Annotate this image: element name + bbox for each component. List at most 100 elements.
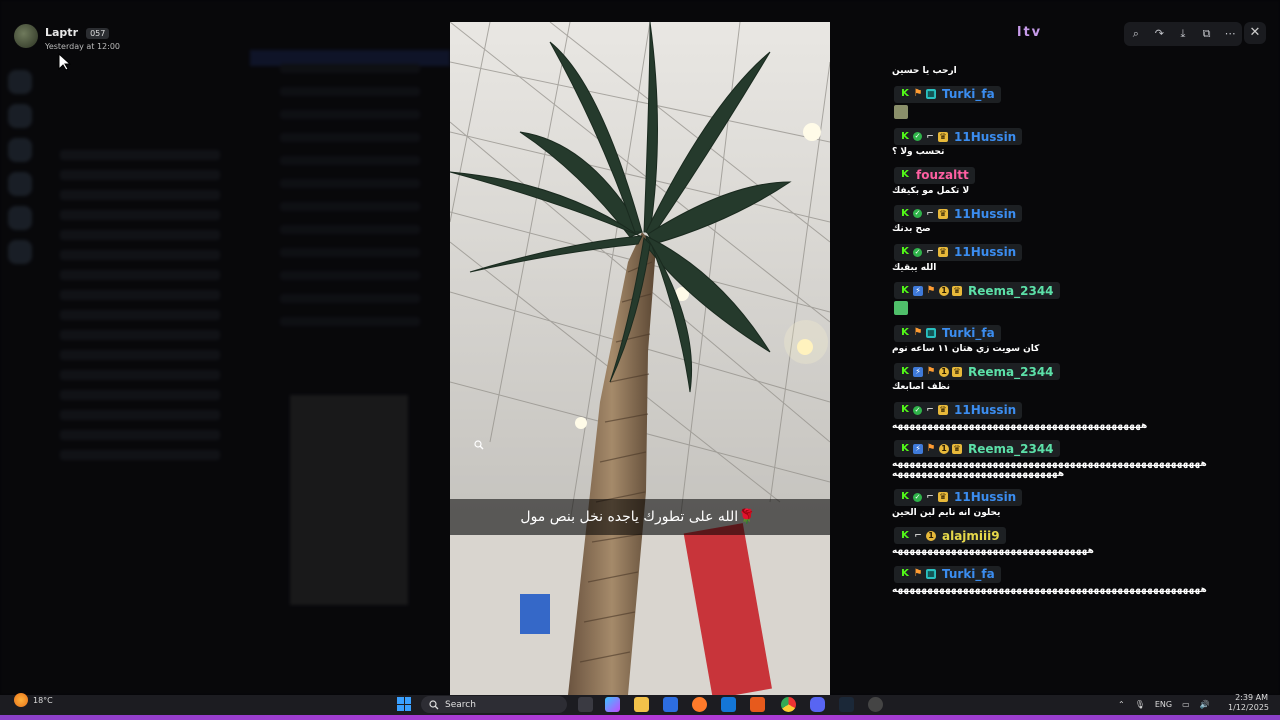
task-view-icon[interactable] xyxy=(578,697,593,712)
app-icon[interactable] xyxy=(750,697,765,712)
chat-username[interactable]: Turki_fa xyxy=(942,87,995,101)
weather-icon xyxy=(14,693,28,707)
flag-badge-icon: ⚑ xyxy=(926,365,936,377)
chat-message: K ✓ ⌐ ♛ 11Hussin يحلون انه نايم لين الحين xyxy=(886,484,1266,518)
chat-username-chip[interactable]: K ⚡ ⚑ 1 ♛ Reema_2344 xyxy=(894,282,1060,299)
kick-badge-icon: K xyxy=(901,365,909,377)
kick-badge-icon: K xyxy=(901,491,909,502)
chat-username-chip[interactable]: K ⚡ ⚑ 1 ♛ Reema_2344 xyxy=(894,440,1060,457)
chat-message-text: يحلون انه نايم لين الحين xyxy=(892,507,1001,518)
file-explorer-icon[interactable] xyxy=(634,697,649,712)
chat-username[interactable]: Reema_2344 xyxy=(968,365,1054,379)
chat-username[interactable]: Reema_2344 xyxy=(968,442,1054,456)
chat-username[interactable]: Reema_2344 xyxy=(968,284,1054,298)
network-icon[interactable]: ▭ xyxy=(1182,700,1190,709)
chat-message-text: هههههههههههههههههههههههههههههههههههههههه… xyxy=(892,420,1148,431)
gift-badge-icon: ▦ xyxy=(926,89,936,99)
chat-username-chip[interactable]: K ✓ ⌐ ♛ 11Hussin xyxy=(894,243,1023,261)
chat-username[interactable]: Turki_fa xyxy=(942,326,995,340)
tier-one-badge-icon: 1 xyxy=(939,443,949,454)
verified-badge-icon: ✓ xyxy=(913,132,922,141)
kick-badge-icon: K xyxy=(901,404,909,415)
chat-username[interactable]: 11Hussin xyxy=(954,490,1016,504)
crown-badge-icon: ♛ xyxy=(938,247,948,257)
kick-badge-icon: K xyxy=(901,568,909,579)
crown-badge-icon: ♛ xyxy=(938,208,948,219)
caption-text: الله على تطورك ياجده نخل بنص مول xyxy=(520,509,739,525)
language-indicator[interactable]: ENG xyxy=(1155,700,1172,709)
chat-message: Kfouzaltt لا تكمل مو بكيفك xyxy=(886,162,1266,196)
chat-username-chip[interactable]: K ⚑ ▦ Turki_fa xyxy=(894,85,1001,103)
chat-message: K ⚑ ▦ Turki_fa ههههههههههههههههههههههههههههه… xyxy=(886,561,1266,595)
background-titlebar xyxy=(0,0,1280,20)
discord-icon[interactable] xyxy=(810,697,825,712)
chat-username-chip[interactable]: K ✓ ⌐ ♛ 11Hussin xyxy=(894,128,1023,145)
taskbar-clock[interactable]: 2:39 AM 1/12/2025 xyxy=(1228,693,1270,713)
chat-username[interactable]: 11Hussin xyxy=(954,245,1016,259)
volume-icon[interactable]: 🔊 xyxy=(1200,700,1210,709)
chat-username-chip[interactable]: Kfouzaltt xyxy=(894,166,975,184)
chat-username-chip[interactable]: K ⌐ 1 alajmiii9 xyxy=(894,527,1006,544)
steam-icon[interactable] xyxy=(839,697,854,712)
clock-date: 1/12/2025 xyxy=(1228,703,1270,712)
flag-badge-icon: ⚑ xyxy=(913,88,923,99)
zoom-icon[interactable]: ⌕ xyxy=(1129,27,1143,41)
kick-badge-icon: K xyxy=(901,529,909,541)
kick-badge-icon: K xyxy=(901,284,909,296)
chrome-icon[interactable] xyxy=(781,697,796,712)
crown-badge-icon: ♛ xyxy=(952,366,962,377)
start-button[interactable] xyxy=(397,697,411,711)
chat-username[interactable]: alajmiii9 xyxy=(942,529,1000,543)
tray-chevron-icon[interactable]: ⌃ xyxy=(1118,700,1125,709)
chat-emote-icon xyxy=(894,301,908,315)
weather-widget[interactable]: 18°C xyxy=(14,693,53,707)
brand-logo: ltv xyxy=(1017,25,1043,40)
media-image[interactable]: الله على تطورك ياجده نخل بنص مول 🌹 xyxy=(450,22,830,695)
chat-username-chip[interactable]: K ✓ ⌐ ♛ 11Hussin xyxy=(894,401,1023,419)
hook-badge-icon: ⌐ xyxy=(926,208,934,219)
avatar xyxy=(14,24,38,48)
chat-message-text: لا تكمل مو بكيفك xyxy=(892,185,970,196)
flag-badge-icon: ⚑ xyxy=(926,284,936,296)
microphone-icon[interactable]: 🎙 xyxy=(1135,700,1145,709)
verified-badge-icon: ✓ xyxy=(913,247,922,257)
firefox-icon[interactable] xyxy=(692,697,707,712)
chat-username[interactable]: Turki_fa xyxy=(942,567,995,581)
search-icon xyxy=(429,699,439,709)
kick-badge-icon: K xyxy=(901,130,909,142)
media-toolbar: ⌕ ↷ ⤓ ⧉ ⋯ xyxy=(1124,22,1242,46)
chat-message: K ⚡ ⚑ 1 ♛ Reema_2344 ههههههههههههههههههههههههه… xyxy=(886,436,1266,479)
chat-message: ارحب يا حسين xyxy=(886,66,1266,76)
chat-message-text: صح بدنك xyxy=(892,224,931,234)
hook-badge-icon: ⌐ xyxy=(914,530,922,541)
chat-username[interactable]: 11Hussin xyxy=(954,130,1016,144)
flag-badge-icon: ⚑ xyxy=(913,568,923,579)
taskbar-search[interactable]: Search xyxy=(421,696,567,713)
chat-username-chip[interactable]: K ⚑ ▦ Turki_fa xyxy=(894,324,1001,342)
open-external-icon[interactable]: ⧉ xyxy=(1200,27,1214,41)
chat-message-text: هههههههههههههههههههههههههههههههههههههههه… xyxy=(892,584,1207,595)
chat-username-chip[interactable]: K ✓ ⌐ ♛ 11Hussin xyxy=(894,205,1023,222)
forward-icon[interactable]: ↷ xyxy=(1152,27,1166,41)
chat-username-chip[interactable]: K ⚡ ⚑ 1 ♛ Reema_2344 xyxy=(894,363,1060,380)
more-icon[interactable]: ⋯ xyxy=(1223,27,1237,41)
chat-username[interactable]: 11Hussin xyxy=(954,403,1016,417)
flag-badge-icon: ⚑ xyxy=(913,327,923,338)
outlook-icon[interactable] xyxy=(721,697,736,712)
tier-one-badge-icon: 1 xyxy=(939,285,949,296)
author-badge: 057 xyxy=(86,28,110,39)
download-icon[interactable]: ⤓ xyxy=(1176,27,1190,41)
crown-badge-icon: ♛ xyxy=(952,443,962,454)
copilot-icon[interactable] xyxy=(605,697,620,712)
chat-username[interactable]: fouzaltt xyxy=(916,168,969,182)
flag-badge-icon: ⚑ xyxy=(926,442,936,454)
obs-icon[interactable] xyxy=(868,697,883,712)
bolt-badge-icon: ⚡ xyxy=(913,443,923,454)
store-icon[interactable] xyxy=(663,697,678,712)
close-button[interactable]: ✕ xyxy=(1244,22,1266,44)
chat-username-chip[interactable]: K ⚑ ▦ Turki_fa xyxy=(894,565,1001,583)
chat-username[interactable]: 11Hussin xyxy=(954,207,1016,221)
chat-message: K ⚑ ▦ Turki_fa xyxy=(886,81,1266,119)
chat-message: K ⌐ 1 alajmiii9 هههههههههههههههههههههههههههه… xyxy=(886,523,1266,556)
chat-username-chip[interactable]: K ✓ ⌐ ♛ 11Hussin xyxy=(894,488,1023,506)
